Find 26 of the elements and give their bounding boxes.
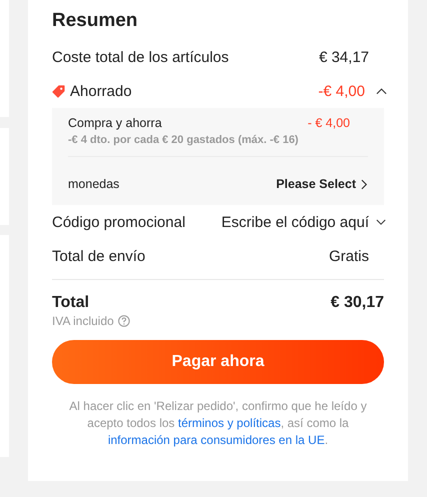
savings-value: -€ 4,00 <box>318 82 365 100</box>
row-value: € 34,17 <box>318 48 369 66</box>
legal-link[interactable]: información para consumidores en la UE <box>108 433 325 447</box>
total-label: Total <box>52 294 90 312</box>
row-label: Código promocional <box>52 214 186 230</box>
tag-icon <box>52 84 65 98</box>
chevron-icon[interactable] <box>376 87 387 95</box>
row-label: Total de envío <box>52 248 146 264</box>
discount-note: -€ 4 dto. por cada € 20 gastados (máx. -€ 16) <box>68 134 368 157</box>
row-value: Gratis <box>328 248 369 264</box>
row-label: Coste total de los artículos <box>52 48 229 66</box>
summary-title: Resumen <box>52 10 139 32</box>
discount-label: Compra y ahorra <box>68 116 162 130</box>
vat-note: IVA incluido <box>52 314 114 328</box>
legal-text: Al hacer clic en 'Relizar pedido', confirmo que he leído y acepto todos los términos y políticas, así como la información para consumidores en la UE. <box>68 398 368 449</box>
select-link[interactable]: Please Select <box>276 177 356 191</box>
help-icon[interactable] <box>118 315 130 327</box>
promo-code-field[interactable]: Escribe el código aquí <box>219 214 369 230</box>
row-label: Ahorrado <box>70 82 132 100</box>
pay-button[interactable]: Pagar ahora <box>52 340 384 384</box>
chevron-down-icon[interactable] <box>376 218 386 226</box>
legal-link[interactable]: términos y políticas <box>178 416 281 430</box>
total-value: € 30,17 <box>330 294 384 312</box>
chevron-right-icon[interactable] <box>361 178 368 190</box>
discount-value: - € 4,00 <box>308 116 350 130</box>
coins-label: monedas <box>68 177 120 191</box>
